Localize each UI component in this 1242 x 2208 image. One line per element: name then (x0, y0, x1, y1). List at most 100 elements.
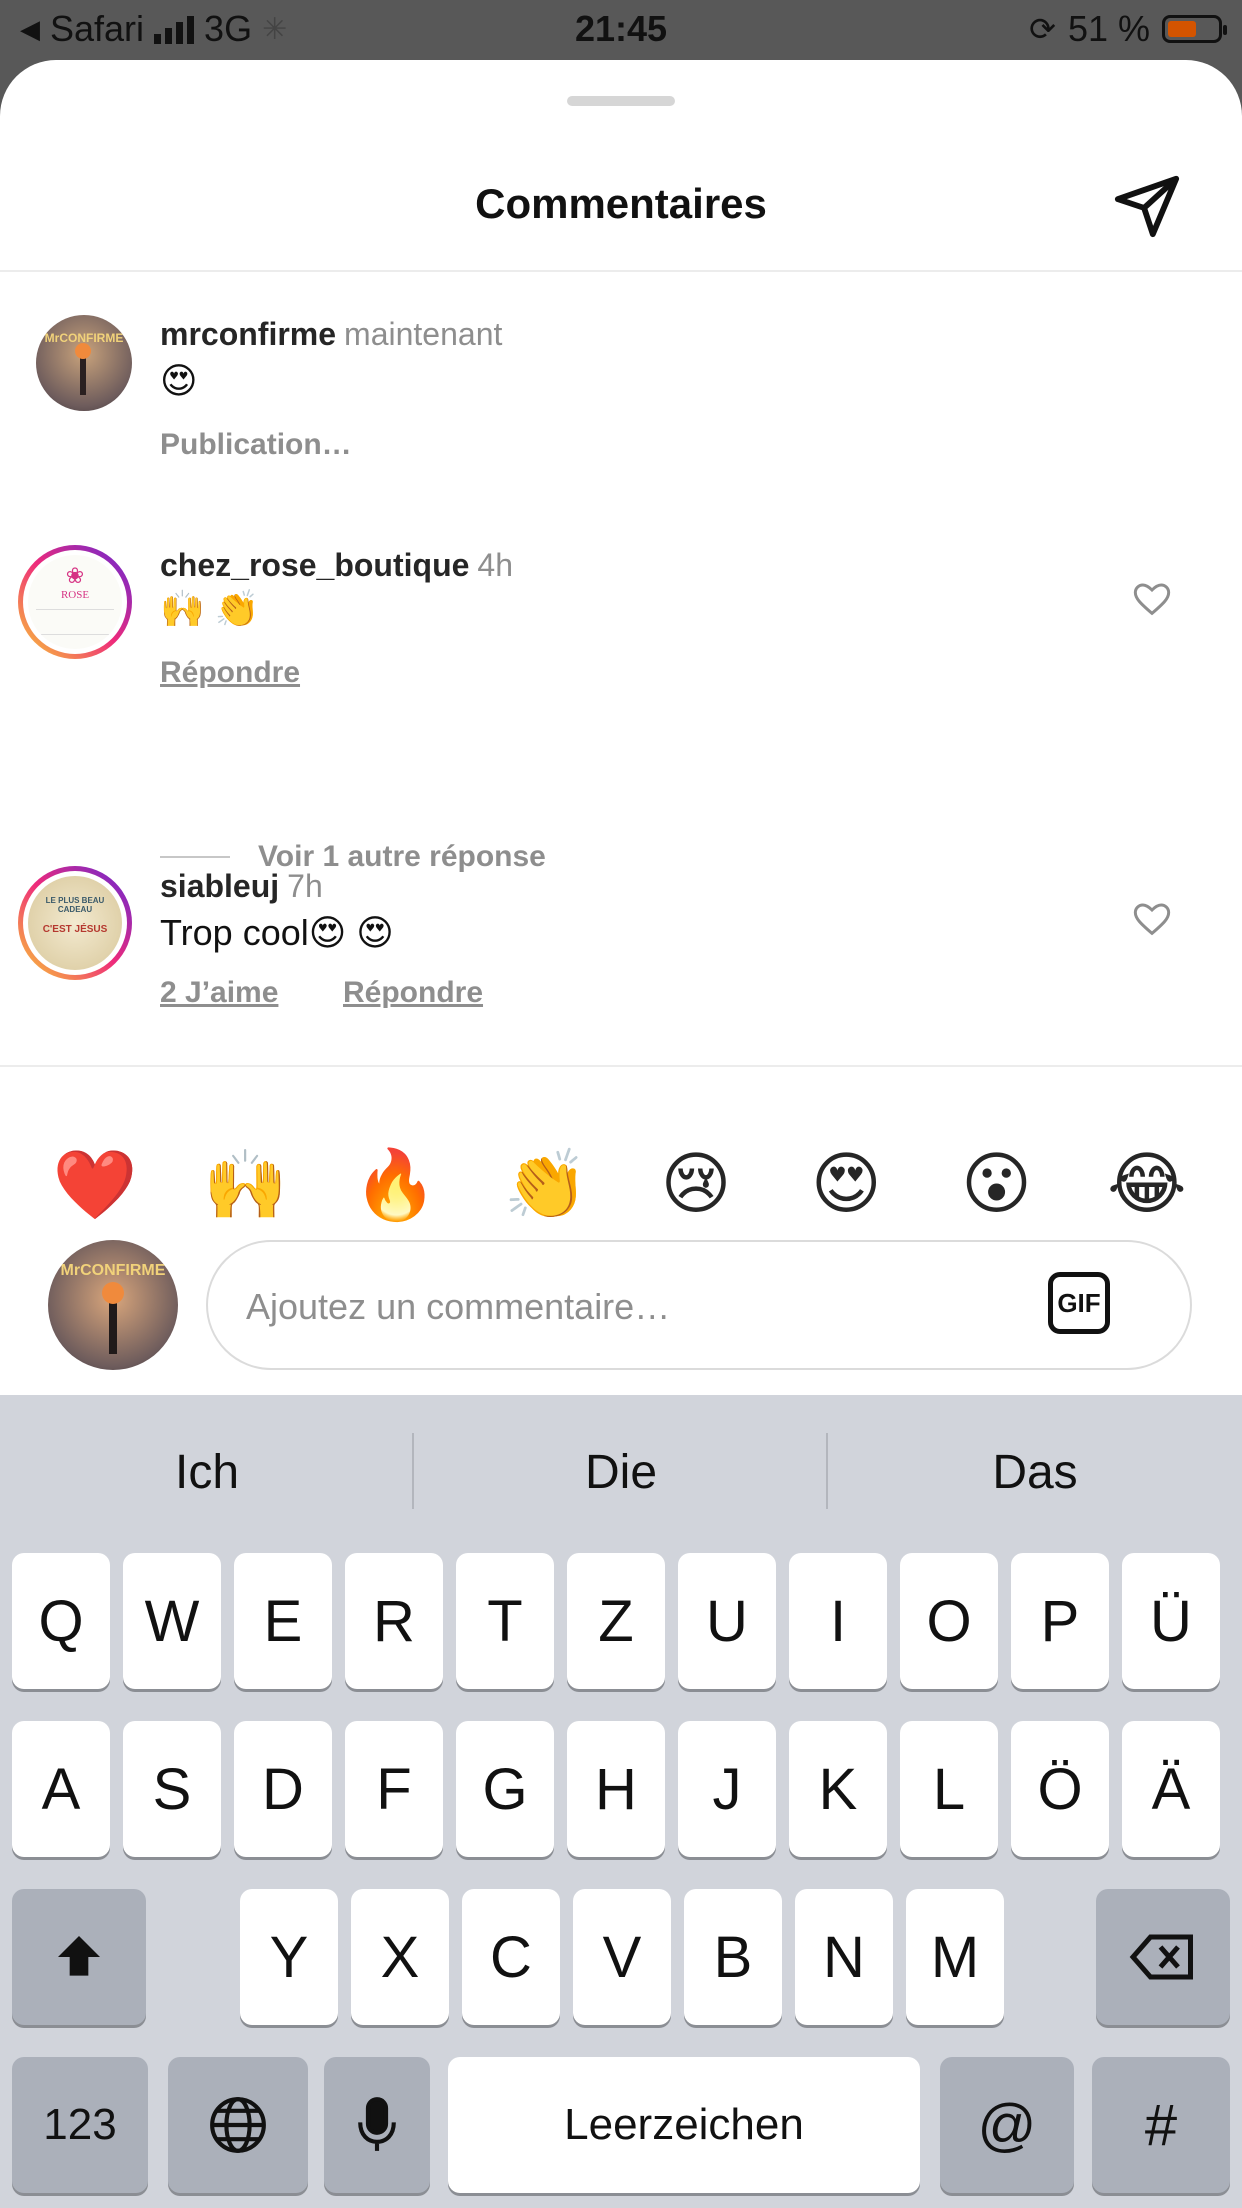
key-a[interactable]: A (12, 1721, 110, 1857)
posting-status: Publication… (160, 428, 352, 461)
shift-key[interactable] (12, 1889, 146, 2025)
key-z[interactable]: Z (567, 1553, 665, 1689)
hash-key[interactable]: # (1092, 2057, 1230, 2193)
composer-divider (0, 1065, 1242, 1067)
comment-input[interactable] (244, 1276, 1048, 1338)
rose-flame (102, 1282, 124, 1304)
comment-username[interactable]: siableuj 7h (160, 868, 323, 905)
avatar-story-ring[interactable]: LE PLUS BEAU CADEAU C'EST JÉSUS (18, 866, 132, 980)
key-l[interactable]: L (900, 1721, 998, 1857)
avatar-caption-main: C'EST JÉSUS (42, 924, 108, 935)
key-x[interactable]: X (351, 1889, 449, 2025)
avatar-ring-inner: LE PLUS BEAU CADEAU C'EST JÉSUS (23, 871, 127, 975)
space-key[interactable]: Leerzeichen (448, 2057, 920, 2193)
key-w[interactable]: W (123, 1553, 221, 1689)
globe-icon (210, 2097, 266, 2153)
gif-button[interactable]: GIF (1048, 1272, 1110, 1334)
comment-text: Trop cool😍 😍 (160, 912, 394, 953)
comment-time: 7h (287, 868, 323, 904)
key-ü[interactable]: Ü (1122, 1553, 1220, 1689)
microphone-icon (358, 2097, 396, 2151)
status-bar: ◀ Safari 3G ✳ 21:45 ⟳ 51 % (0, 0, 1242, 60)
suggestion-divider (412, 1433, 414, 1509)
emoji-crying[interactable]: 😢 (646, 1145, 746, 1225)
emoji-clap[interactable]: 👏 (496, 1145, 596, 1225)
key-ö[interactable]: Ö (1011, 1721, 1109, 1857)
key-h[interactable]: H (567, 1721, 665, 1857)
suggestion-item[interactable]: Das (828, 1445, 1242, 1500)
battery-icon (1162, 15, 1227, 43)
globe-key[interactable] (168, 2057, 308, 2193)
key-f[interactable]: F (345, 1721, 443, 1857)
emoji-heart-eyes[interactable]: 😍 (796, 1145, 896, 1225)
avatar-caption-top: LE PLUS BEAU CADEAU (45, 896, 105, 914)
avatar-brand-text: ROSE (60, 589, 90, 601)
comment-username[interactable]: mrconfirme maintenant (160, 316, 502, 353)
numbers-key[interactable]: 123 (12, 2057, 148, 2193)
orientation-lock-icon: ⟳ (1029, 11, 1056, 47)
comment-username[interactable]: chez_rose_boutique 4h (160, 547, 513, 584)
key-i[interactable]: I (789, 1553, 887, 1689)
key-u[interactable]: U (678, 1553, 776, 1689)
reply-button[interactable]: Répondre (343, 976, 483, 1010)
comment-time: 4h (477, 547, 513, 583)
heart-icon[interactable] (1132, 580, 1172, 620)
key-n[interactable]: N (795, 1889, 893, 2025)
page-title: Commentaires (475, 180, 767, 227)
username-text[interactable]: mrconfirme (160, 316, 336, 352)
key-p[interactable]: P (1011, 1553, 1109, 1689)
backspace-icon (1129, 1934, 1193, 1980)
emoji-surprised[interactable]: 😮 (947, 1145, 1047, 1225)
avatar: MrCONFIRME (48, 1240, 178, 1370)
suggestion-item[interactable]: Ich (0, 1445, 414, 1500)
at-key[interactable]: @ (940, 2057, 1074, 2193)
comment-time: maintenant (344, 316, 503, 352)
emoji-laughing[interactable]: 😂 (1097, 1145, 1197, 1225)
comment-text: 🙌 👏 (160, 588, 260, 629)
comment-text: 😍 (160, 360, 198, 401)
heart-icon[interactable] (1132, 900, 1172, 940)
avatar[interactable]: MrCONFIRME (36, 315, 132, 411)
key-s[interactable]: S (123, 1721, 221, 1857)
likes-count-button[interactable]: 2 J’aime (160, 976, 278, 1010)
key-j[interactable]: J (678, 1721, 776, 1857)
key-t[interactable]: T (456, 1553, 554, 1689)
key-k[interactable]: K (789, 1721, 887, 1857)
emoji-fire[interactable]: 🔥 (346, 1145, 446, 1225)
key-m[interactable]: M (906, 1889, 1004, 2025)
shift-icon (58, 1936, 100, 1976)
key-r[interactable]: R (345, 1553, 443, 1689)
key-o[interactable]: O (900, 1553, 998, 1689)
quick-emoji-bar: ❤️ 🙌 🔥 👏 😢 😍 😮 😂 (0, 1145, 1242, 1225)
key-y[interactable]: Y (240, 1889, 338, 2025)
key-g[interactable]: G (456, 1721, 554, 1857)
sheet-grabber[interactable] (567, 96, 675, 106)
delete-key[interactable] (1096, 1889, 1230, 2025)
avatar: LE PLUS BEAU CADEAU C'EST JÉSUS (28, 876, 122, 970)
key-d[interactable]: D (234, 1721, 332, 1857)
send-icon[interactable] (1112, 170, 1182, 240)
username-text[interactable]: chez_rose_boutique (160, 547, 469, 583)
avatar-story-ring[interactable]: ❀ ROSE (18, 545, 132, 659)
comments-sheet: Commentaires MrCONFIRME mrconfirme mainte… (0, 60, 1242, 1395)
username-text[interactable]: siableuj (160, 868, 279, 904)
keyboard: Ich Die Das 123 Leerzeichen @ # QWERTZUI… (0, 1395, 1242, 2208)
emoji-heart[interactable]: ❤️ (45, 1145, 145, 1225)
emoji-raised-hands[interactable]: 🙌 (195, 1145, 295, 1225)
battery-percent: 51 % (1067, 8, 1150, 49)
rose-flame (75, 343, 91, 359)
key-ä[interactable]: Ä (1122, 1721, 1220, 1857)
comment-composer: GIF (206, 1240, 1192, 1370)
avatar-logo-text: MrCONFIRME (60, 1262, 166, 1279)
key-v[interactable]: V (573, 1889, 671, 2025)
reply-button[interactable]: Répondre (160, 656, 300, 690)
key-e[interactable]: E (234, 1553, 332, 1689)
avatar-ring-inner: ❀ ROSE (23, 550, 127, 654)
key-b[interactable]: B (684, 1889, 782, 2025)
key-c[interactable]: C (462, 1889, 560, 2025)
suggestion-item[interactable]: Die (414, 1445, 828, 1500)
header-divider (0, 270, 1242, 272)
lotus-icon: ❀ (65, 563, 85, 588)
key-q[interactable]: Q (12, 1553, 110, 1689)
microphone-key[interactable] (324, 2057, 430, 2193)
